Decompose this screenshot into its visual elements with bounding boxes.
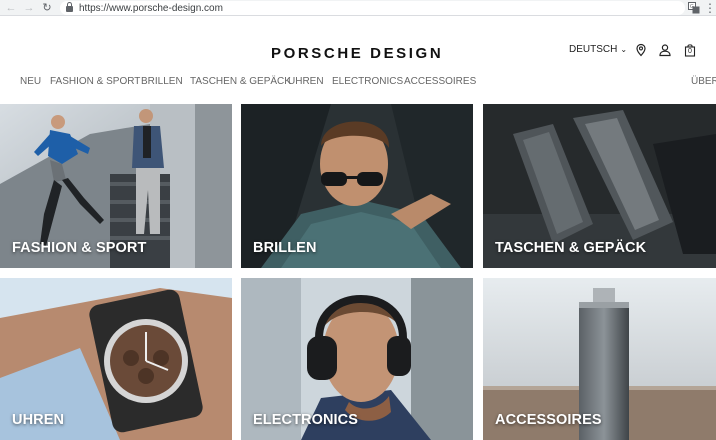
nav-item-electronics[interactable]: ELECTRONICS xyxy=(332,76,403,87)
reload-button[interactable]: ↻ xyxy=(38,0,56,16)
cart-count: 0 xyxy=(688,48,692,55)
location-pin-icon[interactable] xyxy=(634,43,648,57)
browser-menu-icon[interactable]: ⋮ xyxy=(704,1,716,15)
lock-icon xyxy=(66,2,73,12)
tile-label: ACCESSOIRES xyxy=(495,412,602,428)
address-bar[interactable]: https://www.porsche-design.com xyxy=(60,1,685,15)
shopping-bag-button[interactable]: 0 xyxy=(683,43,697,57)
browser-toolbar: ← → ↻ https://www.porsche-design.com G ⋮ xyxy=(0,0,716,16)
chevron-down-icon: ⌄ xyxy=(620,45,628,54)
back-button[interactable]: ← xyxy=(2,0,20,16)
nav-item-fashion-sport[interactable]: FASHION & SPORT xyxy=(50,76,140,87)
tile-taschen-gepaeck[interactable]: TASCHEN & GEPÄCK xyxy=(483,104,716,268)
nav-item-brillen[interactable]: BRILLEN xyxy=(141,76,183,87)
brand-logo[interactable]: PORSCHE DESIGN xyxy=(271,45,487,62)
reload-icon: ↻ xyxy=(42,2,52,14)
language-selector[interactable]: DEUTSCH ⌄ xyxy=(569,44,627,55)
tile-label: BRILLEN xyxy=(253,240,317,256)
tile-accessoires[interactable]: ACCESSOIRES xyxy=(483,278,716,440)
tile-brillen[interactable]: BRILLEN xyxy=(241,104,473,268)
tile-label: TASCHEN & GEPÄCK xyxy=(495,240,647,256)
arrow-left-icon: ← xyxy=(5,1,17,14)
svg-text:G: G xyxy=(690,4,694,10)
tile-electronics[interactable]: ELECTRONICS xyxy=(241,278,473,440)
user-account-icon[interactable] xyxy=(658,43,672,57)
tile-label: ELECTRONICS xyxy=(253,412,359,428)
tile-label: FASHION & SPORT xyxy=(12,240,147,256)
forward-button[interactable]: → xyxy=(20,0,38,16)
nav-item-uhren[interactable]: UHREN xyxy=(288,76,324,87)
nav-item-taschen[interactable]: TASCHEN & GEPÄCK xyxy=(190,76,291,87)
tile-label: UHREN xyxy=(12,412,65,428)
nav-item-neu[interactable]: NEU xyxy=(20,76,41,87)
url-text: https://www.porsche-design.com xyxy=(79,2,223,14)
language-label: DEUTSCH xyxy=(569,44,618,55)
nav-item-ueber[interactable]: ÜBER xyxy=(691,76,716,87)
arrow-right-icon: → xyxy=(23,1,35,14)
category-grid: FASHION & SPORT BRILLEN TASCHEN & GEPÄCK… xyxy=(0,104,716,440)
nav-item-accessoires[interactable]: ACCESSOIRES xyxy=(404,76,476,87)
tile-fashion-sport[interactable]: FASHION & SPORT xyxy=(0,104,232,268)
tile-uhren[interactable]: UHREN xyxy=(0,278,232,440)
main-navigation: NEU FASHION & SPORT BRILLEN TASCHEN & GE… xyxy=(0,76,716,92)
translate-icon[interactable]: G xyxy=(688,2,700,14)
